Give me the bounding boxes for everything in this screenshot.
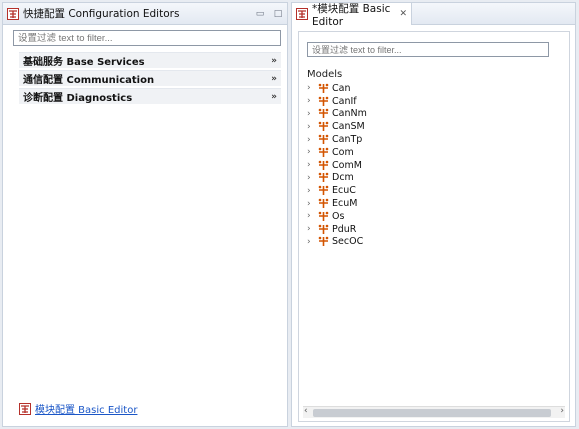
- app-logo-icon: [7, 7, 19, 20]
- models-tree: › Can › CanIf › CanNm › CanSM › CanTp › Com › ComM › Dc…: [307, 82, 367, 248]
- chevron-double-down-icon[interactable]: »: [271, 56, 277, 66]
- configuration-editors-view: 快捷配置 Configuration Editors ▭ □ 基础服务 Base…: [2, 2, 288, 427]
- tree-item-ecuc[interactable]: › EcuC: [307, 184, 367, 197]
- left-tab-title: 快捷配置 Configuration Editors: [23, 8, 180, 20]
- section-base-services[interactable]: 基础服务 Base Services »: [19, 52, 281, 68]
- close-icon[interactable]: ✕: [399, 9, 407, 19]
- models-label: Models: [307, 69, 343, 80]
- tree-item-pdur[interactable]: › PduR: [307, 223, 367, 236]
- scroll-left-icon[interactable]: ‹: [304, 406, 308, 416]
- expand-arrow-icon[interactable]: ›: [307, 160, 315, 170]
- app-logo-icon: [296, 8, 308, 20]
- tree-item-can[interactable]: › Can: [307, 82, 367, 95]
- right-filter-input[interactable]: [307, 42, 549, 57]
- section-label: 诊断配置 Diagnostics: [23, 93, 133, 104]
- expand-arrow-icon[interactable]: ›: [307, 109, 315, 119]
- section-diagnostics[interactable]: 诊断配置 Diagnostics »: [19, 88, 281, 104]
- tree-item-label: CanTp: [332, 134, 363, 146]
- tree-item-label: Com: [332, 146, 354, 158]
- tree-item-label: CanSM: [332, 121, 365, 133]
- app-root: 快捷配置 Configuration Editors ▭ □ 基础服务 Base…: [0, 0, 579, 429]
- tree-item-cansm[interactable]: › CanSM: [307, 120, 367, 133]
- tree-item-os[interactable]: › Os: [307, 210, 367, 223]
- basic-editor-link-row: 模块配置 Basic Editor: [19, 401, 137, 416]
- left-tab-bar: 快捷配置 Configuration Editors ▭ □: [3, 3, 287, 25]
- module-icon: [318, 109, 329, 119]
- scrollbar-thumb[interactable]: [313, 409, 551, 417]
- tree-item-label: Can: [332, 82, 351, 94]
- expand-arrow-icon[interactable]: ›: [307, 135, 315, 145]
- expand-arrow-icon[interactable]: ›: [307, 237, 315, 247]
- left-tab[interactable]: 快捷配置 Configuration Editors: [7, 6, 179, 21]
- expand-arrow-icon[interactable]: ›: [307, 199, 315, 209]
- expand-arrow-icon[interactable]: ›: [307, 122, 315, 132]
- expand-arrow-icon[interactable]: ›: [307, 173, 315, 183]
- app-logo-icon: [19, 402, 31, 415]
- section-communication[interactable]: 通信配置 Communication »: [19, 70, 281, 86]
- tree-item-label: ComM: [332, 159, 362, 171]
- module-icon: [318, 121, 329, 132]
- expand-arrow-icon[interactable]: ›: [307, 186, 315, 196]
- tree-item-label: SecOC: [332, 236, 364, 248]
- tree-item-label: CanIf: [332, 95, 357, 107]
- tree-item-secoc[interactable]: › SecOC: [307, 236, 367, 249]
- tree-item-ecum[interactable]: › EcuM: [307, 197, 367, 210]
- expand-arrow-icon[interactable]: ›: [307, 211, 315, 221]
- module-icon: [318, 211, 329, 221]
- tree-item-cannm[interactable]: › CanNm: [307, 108, 367, 121]
- tree-item-canif[interactable]: › CanIf: [307, 95, 367, 108]
- tree-item-label: PduR: [332, 223, 357, 235]
- tree-item-dcm[interactable]: › Dcm: [307, 172, 367, 185]
- module-icon: [318, 198, 329, 209]
- tree-item-label: EcuC: [332, 185, 356, 197]
- tree-item-label: EcuM: [332, 198, 358, 210]
- tree-item-label: Os: [332, 210, 345, 222]
- chevron-double-down-icon[interactable]: »: [271, 74, 277, 84]
- maximize-icon[interactable]: □: [273, 9, 283, 19]
- module-icon: [318, 173, 329, 183]
- module-icon: [318, 160, 329, 170]
- view-controls: ▭ □: [255, 9, 283, 19]
- expand-arrow-icon[interactable]: ›: [307, 147, 315, 157]
- module-icon: [318, 147, 329, 157]
- right-tab-title: *模块配置 Basic Editor: [312, 2, 391, 28]
- tree-item-com[interactable]: › Com: [307, 146, 367, 159]
- scroll-right-icon[interactable]: ›: [560, 406, 564, 416]
- left-filter-input[interactable]: [13, 30, 281, 46]
- module-icon: [318, 134, 329, 145]
- editor-panel: Models ›Can›CanIf›CanNm›CanSM›CanTp›Com›…: [298, 31, 570, 422]
- module-icon: [318, 237, 329, 247]
- module-icon: [318, 185, 329, 196]
- expand-arrow-icon[interactable]: ›: [307, 96, 315, 106]
- horizontal-scrollbar[interactable]: ‹ ›: [303, 406, 565, 418]
- chevron-double-down-icon[interactable]: »: [271, 92, 277, 102]
- right-tab[interactable]: *模块配置 Basic Editor ✕: [292, 2, 412, 28]
- expand-arrow-icon[interactable]: ›: [307, 83, 315, 93]
- module-icon: [318, 224, 329, 234]
- tree-item-comm[interactable]: › ComM: [307, 159, 367, 172]
- basic-editor-view: *模块配置 Basic Editor ✕ Models › Can › CanIf › C…: [291, 2, 576, 427]
- tree-item-label: CanNm: [332, 108, 367, 120]
- basic-editor-link[interactable]: 模块配置 Basic Editor: [35, 401, 137, 416]
- section-label: 基础服务 Base Services: [23, 57, 145, 68]
- expand-arrow-icon[interactable]: ›: [307, 224, 315, 234]
- tree-item-label: Dcm: [332, 172, 354, 184]
- module-icon: [318, 83, 329, 93]
- minimize-icon[interactable]: ▭: [255, 9, 265, 19]
- module-icon: [318, 96, 329, 106]
- tree-item-cantp[interactable]: › CanTp: [307, 133, 367, 146]
- section-label: 通信配置 Communication: [23, 75, 155, 86]
